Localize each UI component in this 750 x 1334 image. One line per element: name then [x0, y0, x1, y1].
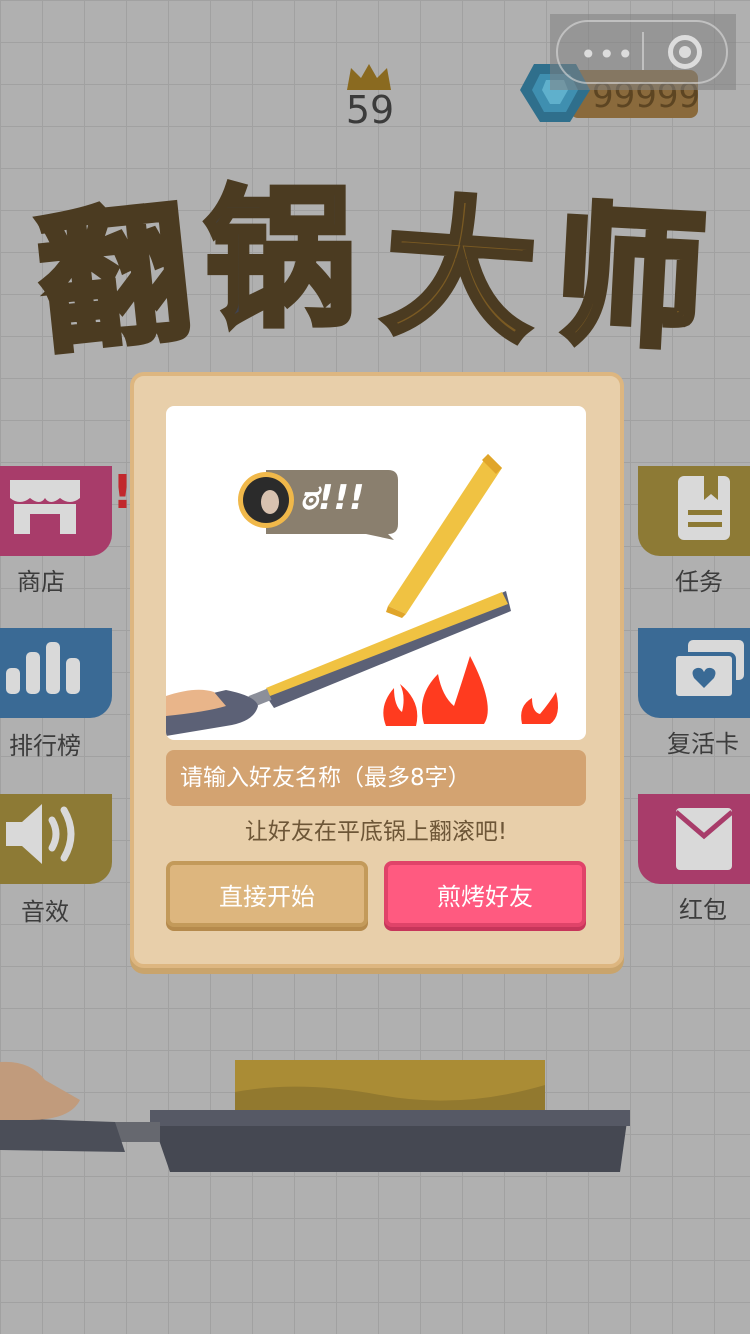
redpacket-label: 红包: [679, 896, 727, 924]
dialog-illustration: [166, 406, 586, 740]
task-label: 任务: [675, 568, 723, 596]
level-number: 59: [345, 88, 395, 132]
shop-icon: [10, 480, 80, 534]
shop-label: 商店: [17, 568, 65, 596]
task-book-icon: [678, 476, 730, 540]
start-directly-button[interactable]: 直接开始: [166, 861, 368, 927]
logo-char-1: 翻: [28, 183, 201, 378]
revive-card-label: 复活卡: [667, 730, 739, 758]
sound-button[interactable]: [0, 794, 112, 884]
speech-bubble-text: ಠ!!!: [300, 478, 365, 518]
shop-button[interactable]: [0, 466, 112, 556]
friend-name-input[interactable]: [166, 750, 586, 806]
sound-label: 音效: [21, 898, 69, 926]
redpacket-button[interactable]: [638, 794, 750, 884]
logo-char-3: 大: [376, 177, 544, 367]
close-capsule-icon[interactable]: [668, 35, 702, 69]
logo-char-2: 锅: [202, 172, 358, 348]
revive-card-button[interactable]: [638, 628, 750, 718]
ranking-icon: [6, 642, 80, 694]
capsule-divider: [642, 32, 644, 70]
envelope-icon: [674, 808, 734, 870]
logo-char-4: 师: [548, 186, 713, 374]
more-icon[interactable]: •••: [580, 38, 636, 71]
task-button[interactable]: [638, 466, 750, 556]
speaker-icon: [6, 804, 75, 864]
dialog-hint: 让好友在平底锅上翻滚吧!: [244, 819, 508, 845]
roast-friend-button[interactable]: 煎烤好友: [384, 861, 586, 927]
game-logo: 翻 锅 大 师: [28, 172, 720, 377]
rank-label: 排行榜: [9, 732, 81, 760]
rank-button[interactable]: [0, 628, 112, 718]
revive-card-icon: [672, 640, 744, 700]
